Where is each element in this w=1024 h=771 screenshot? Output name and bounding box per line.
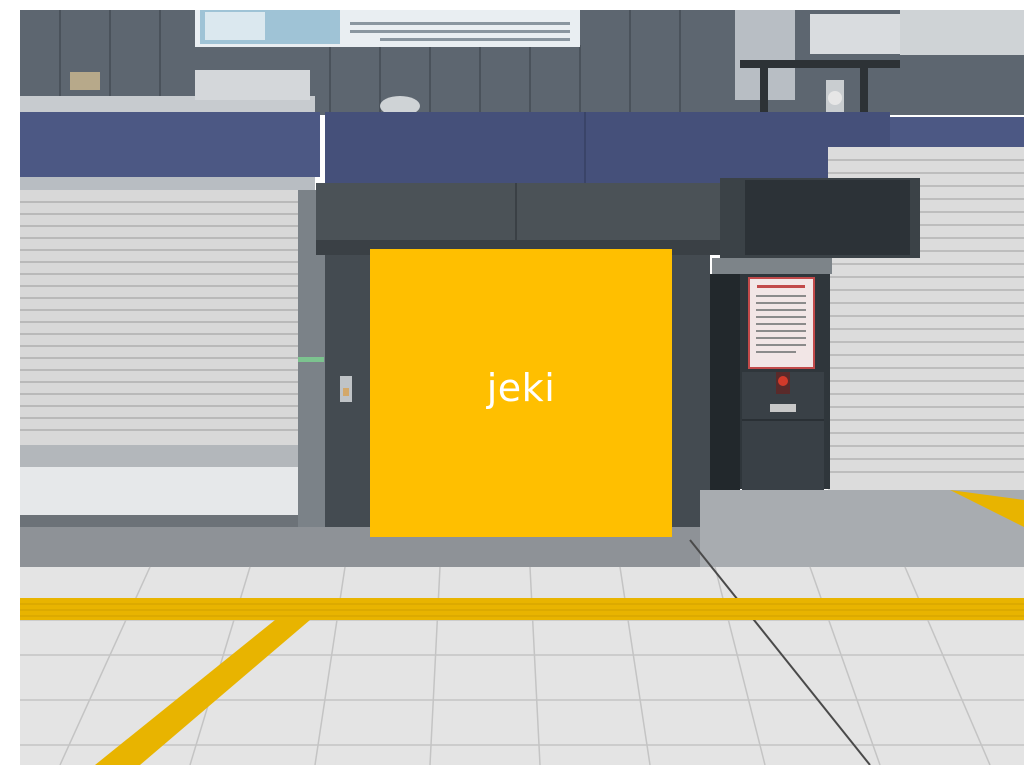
fire-alarm	[742, 372, 824, 490]
notice-board	[748, 277, 815, 369]
left-shutter	[20, 190, 300, 527]
ad-label: jeki	[486, 366, 556, 410]
duct-box	[195, 70, 310, 100]
bottom-border	[0, 765, 1024, 771]
speaker	[70, 72, 100, 90]
duct-lower	[20, 176, 315, 190]
top-poster	[195, 10, 580, 47]
ad-placeholder: jeki	[370, 249, 672, 537]
